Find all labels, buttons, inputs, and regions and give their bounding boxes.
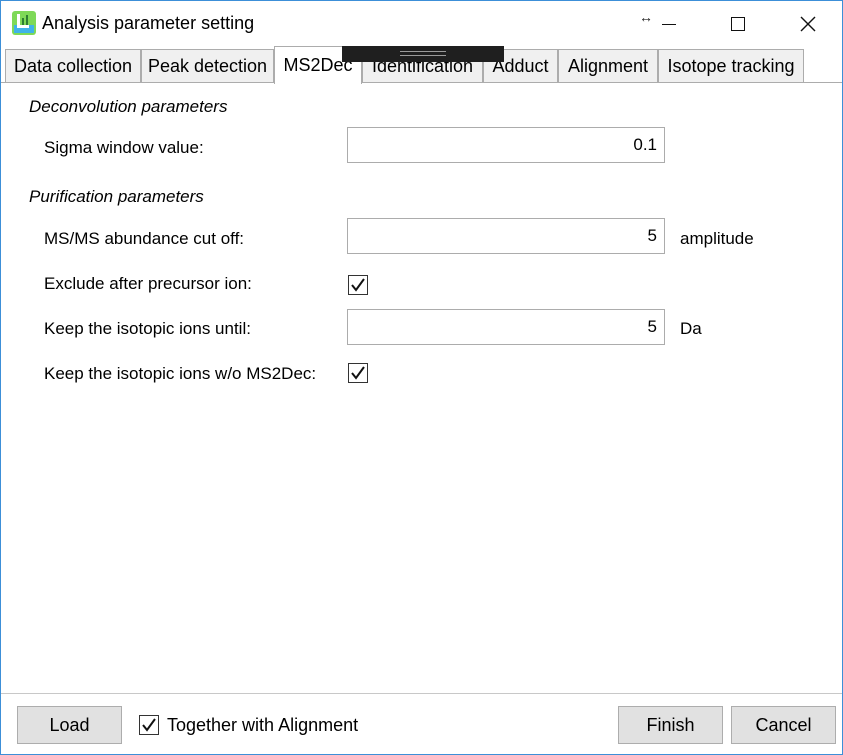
sigma-window-label: Sigma window value: <box>44 138 204 157</box>
isotopic-until-label: Keep the isotopic ions until: <box>44 319 251 338</box>
maximize-button[interactable] <box>715 7 761 41</box>
close-button[interactable] <box>785 7 831 41</box>
isotopic-unit-label: Da <box>680 319 702 338</box>
together-alignment-checkbox[interactable] <box>139 715 159 735</box>
ms2dec-panel: Deconvolution parameters Sigma window va… <box>1 83 842 693</box>
abundance-unit-label: amplitude <box>680 229 754 248</box>
exclude-precursor-label: Exclude after precursor ion: <box>44 274 252 293</box>
tab-alignment[interactable]: Alignment <box>558 49 658 83</box>
tab-isotope-tracking[interactable]: Isotope tracking <box>658 49 804 83</box>
checkmark-icon <box>351 366 365 380</box>
cancel-button[interactable]: Cancel <box>731 706 836 744</box>
together-alignment-label[interactable]: Together with Alignment <box>167 715 358 736</box>
deconvolution-section-title: Deconvolution parameters <box>29 97 228 116</box>
tab-peak-detection[interactable]: Peak detection <box>141 49 274 83</box>
title-bar[interactable]: Analysis parameter setting ↔ <box>1 1 842 47</box>
purification-section-title: Purification parameters <box>29 187 204 206</box>
window-title: Analysis parameter setting <box>42 13 255 33</box>
app-icon <box>12 11 36 35</box>
footer-divider <box>1 693 842 694</box>
abundance-cutoff-label: MS/MS abundance cut off: <box>44 229 245 248</box>
drag-handle[interactable] <box>342 46 504 62</box>
load-button[interactable]: Load <box>17 706 122 744</box>
isotopic-until-input[interactable] <box>347 309 665 345</box>
checkmark-icon <box>351 278 365 292</box>
sigma-window-input[interactable] <box>347 127 665 163</box>
minimize-button[interactable] <box>646 7 692 41</box>
grip-line <box>400 51 446 52</box>
minimize-icon <box>662 23 676 25</box>
grip-line <box>400 55 446 56</box>
checkmark-icon <box>142 718 156 732</box>
maximize-icon <box>731 17 745 31</box>
abundance-cutoff-input[interactable] <box>347 218 665 254</box>
close-icon <box>800 16 816 32</box>
tab-data-collection[interactable]: Data collection <box>5 49 141 83</box>
finish-button[interactable]: Finish <box>618 706 723 744</box>
isotopic-wo-ms2dec-checkbox[interactable] <box>348 363 368 383</box>
exclude-precursor-checkbox[interactable] <box>348 275 368 295</box>
analysis-parameter-window: Analysis parameter setting ↔ Data collec… <box>0 0 843 755</box>
isotopic-wo-ms2dec-label: Keep the isotopic ions w/o MS2Dec: <box>44 364 317 383</box>
